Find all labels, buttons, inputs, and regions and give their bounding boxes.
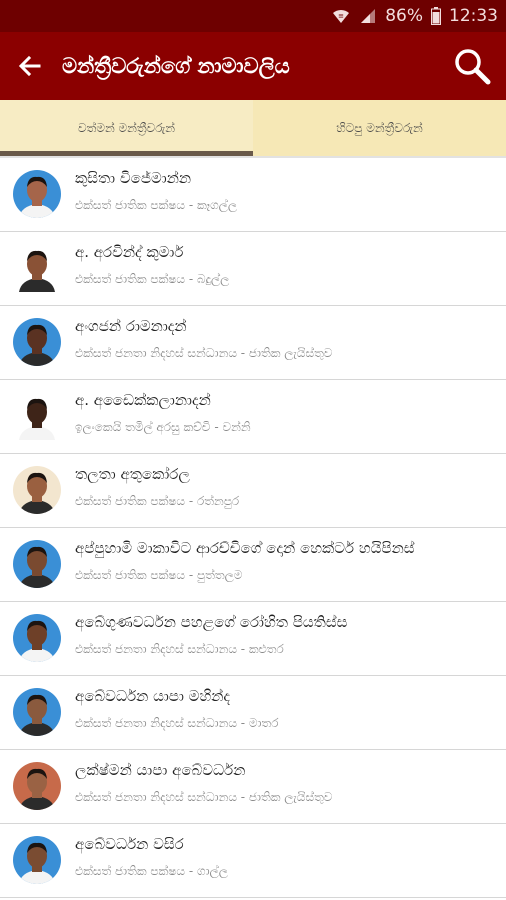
member-name: අංගජන් රාමනාදන් [75,317,187,335]
portrait-photo [19,620,55,662]
portrait-photo [19,398,55,440]
portrait-photo [19,694,55,736]
member-details: ඉලංකෙයි තමිල් අරසු කච්චි - වන්නි [75,420,251,434]
wifi-icon: ≡ [331,7,351,25]
list-item[interactable]: තලතා අතුකෝරල එක්සත් ජාතික පක්ෂය - රත්නපු… [0,454,506,528]
list-item[interactable]: අ. අඩෛක්කලානාදන් ඉලංකෙයි තමිල් අරසු කච්ච… [0,380,506,454]
tab-former-members[interactable]: හිටපු මන්ත්‍රීවරුන් [253,100,506,156]
member-name: අ. අඩෛක්කලානාදන් [75,391,211,409]
member-details: එක්සත් ජාතික පක්ෂය - බදුල්ල [75,272,230,286]
clock-time: 12:33 [449,6,498,26]
page-title: මන්ත්‍රීවරුන්ගේ නාමාවලිය [62,54,290,78]
list-item[interactable]: අබේවර්ධන යාපා මහින්ද එක්සත් ජනතා නිදහස් … [0,676,506,750]
member-name: ලක්ෂ්මන් යාපා අබේවර්ධන [75,761,246,779]
member-details: එක්සත් ජාතික පක්ෂය - පුත්තලම [75,568,243,582]
member-details: එක්සත් ජනතා නිදහස් සන්ධානය - ජාතික ලැයිස… [75,346,333,360]
portrait-photo [19,842,55,884]
member-details: එක්සත් ජනතා නිදහස් සන්ධානය - ජාතික ලැයිස… [75,790,333,804]
battery-icon [431,7,441,25]
list-item[interactable]: අ. අරවින්ද් කුමාර් එක්සත් ජාතික පක්ෂය - … [0,232,506,306]
avatar [13,466,61,514]
list-item[interactable]: අබේගුණවර්ධන පහළගේ රෝහිත පියතිස්ස එක්සත් … [0,602,506,676]
portrait-photo [19,324,55,366]
member-details: එක්සත් ජාතික පක්ෂය - රත්නපුර [75,494,240,508]
member-name: තලතා අතුකෝරල [75,465,190,483]
member-name: අ. අරවින්ද් කුමාර් [75,243,184,261]
member-list: කුසිතා විජේමාන්න එක්සත් ජාතික පක්ෂය - කෑ… [0,158,506,898]
avatar [13,688,61,736]
member-name: කුසිතා විජේමාන්න [75,169,192,187]
avatar [13,170,61,218]
portrait-photo [19,472,55,514]
tab-bar: වත්මන් මන්ත්‍රීවරුන් හිටපු මන්ත්‍රීවරුන් [0,100,506,156]
avatar [13,540,61,588]
search-icon[interactable] [452,46,492,86]
avatar [13,392,61,440]
portrait-photo [19,250,55,292]
avatar [13,836,61,884]
portrait-photo [19,546,55,588]
portrait-photo [19,768,55,810]
list-item[interactable]: අබේවර්ධන වසිර එක්සත් ජාතික පක්ෂය - ගාල්ල [0,824,506,898]
battery-level: 86% [385,6,423,26]
list-item[interactable]: අංගජන් රාමනාදන් එක්සත් ජනතා නිදහස් සන්ධා… [0,306,506,380]
status-bar: ≡ 86% 12:33 [0,0,506,32]
member-name: අබේවර්ධන වසිර [75,835,184,853]
tab-current-members[interactable]: වත්මන් මන්ත්‍රීවරුන් [0,100,253,156]
avatar [13,762,61,810]
svg-text:≡: ≡ [338,12,344,20]
member-details: එක්සත් ජාතික පක්ෂය - ගාල්ල [75,864,228,878]
avatar [13,614,61,662]
signal-icon [359,7,377,25]
member-details: එක්සත් ජනතා නිදහස් සන්ධානය - මාතර [75,716,279,730]
list-item[interactable]: කුසිතා විජේමාන්න එක්සත් ජාතික පක්ෂය - කෑ… [0,158,506,232]
app-bar: මන්ත්‍රීවරුන්ගේ නාමාවලිය [0,32,506,100]
portrait-photo [19,176,55,218]
member-name: අබේවර්ධන යාපා මහින්ද [75,687,231,705]
member-name: අප්පුහාමි මාකාවිට ආරච්චිගේ දොන් හෙක්ටර් … [75,539,415,557]
member-name: අබේගුණවර්ධන පහළගේ රෝහිත පියතිස්ස [75,613,348,631]
member-details: එක්සත් ජනතා නිදහස් සන්ධානය - කළුතර [75,642,284,656]
member-details: එක්සත් ජාතික පක්ෂය - කෑගල්ල [75,198,237,212]
list-item[interactable]: ලක්ෂ්මන් යාපා අබේවර්ධන එක්සත් ජනතා නිදහස… [0,750,506,824]
back-arrow-icon[interactable] [14,50,46,82]
avatar [13,244,61,292]
list-item[interactable]: අප්පුහාමි මාකාවිට ආරච්චිගේ දොන් හෙක්ටර් … [0,528,506,602]
avatar [13,318,61,366]
